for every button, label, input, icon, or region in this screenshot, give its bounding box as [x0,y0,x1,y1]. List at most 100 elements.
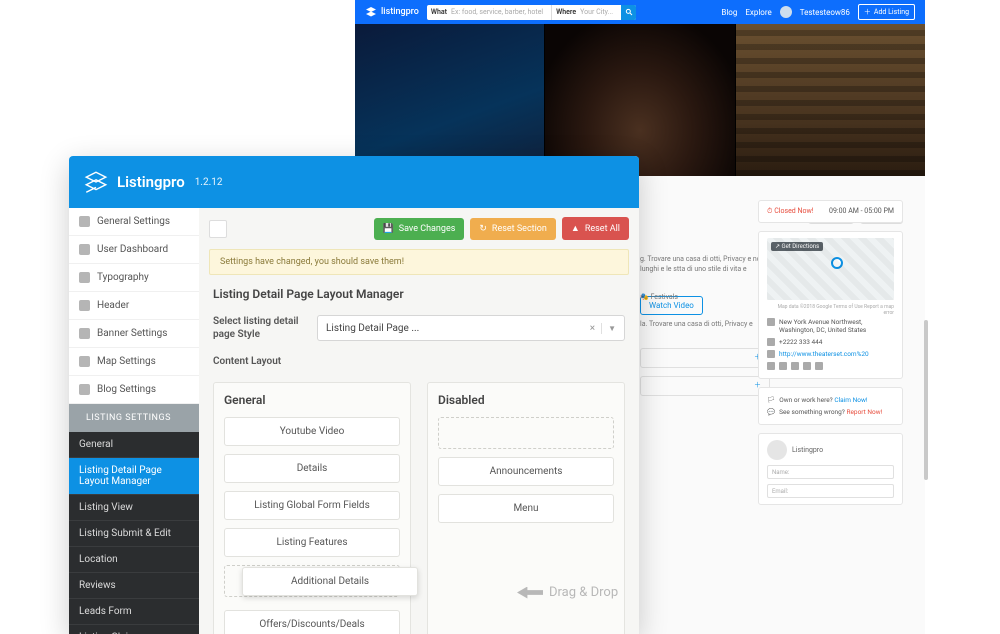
layout-block-youtube-video[interactable]: Youtube Video [224,417,400,446]
expand-row-1[interactable]: ＋ [640,348,770,368]
admin-toolbar: 💾 Save Changes ↻ Reset Section ▲ Reset A… [199,208,639,249]
chevron-down-icon: ▼ [602,324,616,333]
hero-image-2[interactable] [545,24,734,176]
sidebar-sub-listing-submit-edit[interactable]: Listing Submit & Edit [69,521,199,547]
claim-card: 🏳Own or work here? Claim Now! 💬See somet… [758,387,903,425]
drag-drop-hint: Drag & Drop [517,585,618,600]
sidebar-item-banner-settings[interactable]: Banner Settings [69,320,199,348]
add-listing-label: Add Listing [874,8,909,16]
admin-version: 1.2.12 [195,177,223,188]
sidebar-item-blog-settings[interactable]: Blog Settings [69,376,199,404]
admin-panel: Listingpro 1.2.12 General SettingsUser D… [69,156,639,634]
column-disabled-title: Disabled [438,393,614,407]
frontend-main-snippets: g. Trovare una casa di otti, Privacy e n… [640,255,770,396]
expand-toggle-icon[interactable] [209,220,227,238]
url-line[interactable]: http://www.theaterset.com%20 [767,348,894,360]
add-listing-button[interactable]: ＋ Add Listing [858,4,915,20]
nav-icon [79,356,90,367]
sidebar-sub-general[interactable]: General [69,432,199,458]
author-card: Listingpro Name: Email: [758,433,903,505]
frontend-search[interactable]: What Ex: food, service, barber, hotel Wh… [427,5,636,20]
sidebar-sub-location[interactable]: Location [69,547,199,573]
hero-image-1[interactable] [355,24,544,176]
search-what-placeholder: Ex: food, service, barber, hotel [451,8,551,16]
frontend-brand: listingpro [381,7,419,17]
report-link[interactable]: Report Now! [846,408,882,416]
nav-user[interactable]: Testesteow86 [800,8,850,17]
content-layout-label: Content Layout [213,355,303,368]
nav-blog[interactable]: Blog [721,8,737,17]
map[interactable]: ↗ Get Directions [767,238,894,300]
search-where-placeholder: Your City... [580,8,621,16]
layout-block-listing-features[interactable]: Listing Features [224,528,400,557]
contact-name-input[interactable]: Name: [767,465,894,479]
style-clear-icon[interactable]: × [584,323,602,334]
sidebar-item-general-settings[interactable]: General Settings [69,208,199,236]
nav-icon [79,300,90,311]
reset-section-button[interactable]: ↻ Reset Section [470,218,556,240]
desc-snippet-2: la. Trovare una casa di otti, Privacy e [640,320,770,330]
reset-all-button[interactable]: ▲ Reset All [562,217,629,240]
sidebar-section-listing-settings[interactable]: LISTING SETTINGS [69,404,199,432]
sidebar-item-map-settings[interactable]: Map Settings [69,348,199,376]
phone-icon [767,338,775,346]
map-credit: Map data ©2018 Google Terms of Use Repor… [767,304,894,316]
social-row[interactable] [767,360,894,372]
desc-snippet-1: g. Trovare una casa di otti, Privacy e n… [640,255,770,275]
layout-block-offers-discounts-deals[interactable]: Offers/Discounts/Deals [224,610,400,634]
layout-block-details[interactable]: Details [224,454,400,483]
hero-image-3[interactable] [736,24,925,176]
admin-brand: Listingpro [117,173,185,191]
sidebar-item-typography[interactable]: Typography [69,264,199,292]
globe-icon [767,350,775,358]
dropzone[interactable] [438,417,614,449]
save-changes-button[interactable]: 💾 Save Changes [374,218,465,240]
arrow-left-icon [517,587,543,599]
sidebar-sub-listing-view[interactable]: Listing View [69,495,199,521]
nav-icon [79,272,90,283]
claim-link[interactable]: Claim Now! [834,396,867,404]
tags-snippet: 🎭 Festivals [640,293,770,303]
pin-icon [767,318,775,326]
contact-email-input[interactable]: Email: [767,484,894,498]
admin-main: 💾 Save Changes ↻ Reset Section ▲ Reset A… [199,208,639,634]
frontend-logo[interactable]: listingpro [365,6,419,18]
search-icon [625,8,633,16]
status-hours: 09:00 AM - 05:00 PM [829,207,894,215]
avatar[interactable] [780,6,792,18]
style-label: Select listing detail page Style [213,315,303,341]
unsaved-warning: Settings have changed, you should save t… [209,249,629,275]
layers-icon [83,169,109,195]
sidebar-item-user-dashboard[interactable]: User Dashboard [69,236,199,264]
layout-block-announcements[interactable]: Announcements [438,457,614,486]
address-line: New York Avenue Northwest,Washington, DC… [767,316,894,336]
style-select-value: Listing Detail Page ... [326,323,419,334]
location-card: ↗ Get Directions Map data ©2018 Google T… [758,231,903,379]
expand-row-2[interactable]: ＋ [640,376,770,396]
layout-block-listing-global-form-fields[interactable]: Listing Global Form Fields [224,491,400,520]
sidebar-sub-leads-form[interactable]: Leads Form [69,599,199,625]
page-title: Listing Detail Page Layout Manager [199,287,639,315]
page-scrollbar[interactable] [924,320,928,480]
layout-block-menu[interactable]: Menu [438,494,614,523]
sidebar-sub-listing-claim[interactable]: Listing Claim [69,625,199,634]
frontend-nav: Blog Explore Testesteow86 ＋ Add Listing [721,4,915,20]
status-closed: Closed Now! [774,207,813,215]
search-what-label: What [427,8,451,16]
layers-icon [365,6,377,18]
sidebar-item-header[interactable]: Header [69,292,199,320]
get-directions-button[interactable]: ↗ Get Directions [771,242,823,251]
style-select-row: Select listing detail page Style Listing… [199,315,639,355]
nav-explore[interactable]: Explore [745,8,771,17]
sidebar-sub-reviews[interactable]: Reviews [69,573,199,599]
hours-card: ⏱ Closed Now! 09:00 AM - 05:00 PM [758,200,903,223]
content-layout-row: Content Layout [199,355,639,382]
column-general-title: General [224,393,400,407]
search-go-button[interactable] [621,5,636,20]
style-select[interactable]: Listing Detail Page ... × ▼ [317,315,625,341]
column-general[interactable]: General Youtube Video Details Listing Glob… [213,382,411,634]
sidebar-sub-listing-detail-page-layout-manager[interactable]: Listing Detail Page Layout Manager [69,458,199,495]
layout-block-additional-details[interactable]: Additional Details [242,567,418,596]
admin-header: Listingpro 1.2.12 [69,156,639,208]
author-avatar [767,440,787,460]
